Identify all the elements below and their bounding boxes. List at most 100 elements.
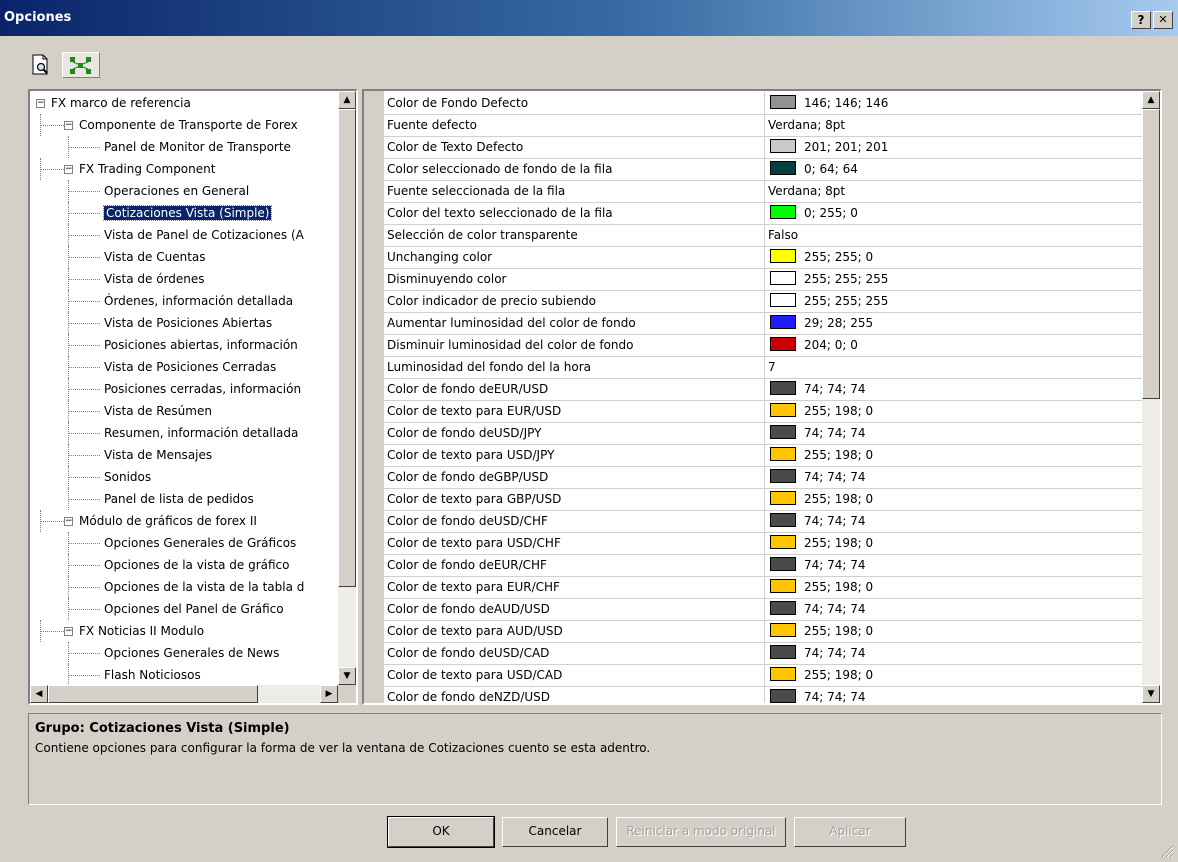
property-row[interactable]: Color seleccionado de fondo de la fila 0;…	[384, 158, 1142, 181]
expander-icon[interactable]: −	[64, 121, 73, 130]
options-tree[interactable]: − FX marco de referencia − Componente de Tr…	[28, 89, 358, 705]
tree-item[interactable]: Vista de Mensajes	[104, 444, 212, 466]
property-row[interactable]: Color de Texto Defecto 201; 201; 201	[384, 136, 1142, 159]
expander-icon[interactable]: −	[64, 165, 73, 174]
property-value-cell[interactable]: 255; 198; 0	[764, 576, 1142, 598]
property-value-cell[interactable]: 201; 201; 201	[764, 136, 1142, 158]
tree-item[interactable]: FX marco de referencia	[51, 92, 191, 114]
tree-item[interactable]: Panel de lista de pedidos	[104, 488, 254, 510]
tree-item[interactable]: Vista de Cuentas	[104, 246, 206, 268]
property-value-cell[interactable]: 0; 255; 0	[764, 202, 1142, 224]
property-row[interactable]: Color de texto para EUR/USD 255; 198; 0	[384, 400, 1142, 423]
property-row[interactable]: Color de fondo deGBP/USD 74; 74; 74	[384, 466, 1142, 489]
tree-vertical-scrollbar[interactable]: ▲ ▼	[338, 91, 356, 685]
tree-item[interactable]: Posiciones abiertas, información	[104, 334, 298, 356]
scroll-down-icon[interactable]: ▼	[1142, 685, 1160, 703]
page-magnifier-icon[interactable]	[30, 52, 52, 78]
grid-vertical-scrollbar[interactable]: ▲ ▼	[1142, 91, 1160, 703]
tree-item[interactable]: Opciones Generales de News	[104, 642, 279, 664]
property-value-cell[interactable]: 146; 146; 146	[764, 92, 1142, 114]
tree-item[interactable]: Órdenes, información detallada	[104, 290, 293, 312]
property-value-cell[interactable]: 74; 74; 74	[764, 642, 1142, 664]
property-value-cell[interactable]: 255; 198; 0	[764, 444, 1142, 466]
property-value-cell[interactable]: 255; 198; 0	[764, 664, 1142, 686]
expander-icon[interactable]: −	[64, 517, 73, 526]
help-button[interactable]: ?	[1131, 11, 1151, 29]
reset-button[interactable]: Reiniciar a modo original	[616, 817, 786, 847]
property-row[interactable]: Color de fondo deAUD/USD 74; 74; 74	[384, 598, 1142, 621]
scroll-up-icon[interactable]: ▲	[1142, 91, 1160, 109]
property-value-cell[interactable]: 74; 74; 74	[764, 378, 1142, 400]
ok-button[interactable]: OK	[387, 816, 495, 848]
property-value-cell[interactable]: 74; 74; 74	[764, 554, 1142, 576]
property-row[interactable]: Disminuyendo color 255; 255; 255	[384, 268, 1142, 291]
resize-grip-icon[interactable]	[1160, 844, 1174, 858]
expander-icon[interactable]: −	[36, 99, 45, 108]
property-value-cell[interactable]: 74; 74; 74	[764, 422, 1142, 444]
property-value-cell[interactable]: 255; 255; 255	[764, 268, 1142, 290]
tree-item[interactable]: Vista de Posiciones Cerradas	[104, 356, 276, 378]
property-value-cell[interactable]: 255; 198; 0	[764, 488, 1142, 510]
property-row[interactable]: Color de fondo deEUR/USD 74; 74; 74	[384, 378, 1142, 401]
property-row[interactable]: Color de fondo deUSD/JPY 74; 74; 74	[384, 422, 1142, 445]
property-value-cell[interactable]: Verdana; 8pt	[764, 180, 1142, 202]
scroll-thumb[interactable]	[1142, 109, 1160, 399]
property-row[interactable]: Disminuir luminosidad del color de fondo…	[384, 334, 1142, 357]
property-row[interactable]: Color de fondo deUSD/CAD 74; 74; 74	[384, 642, 1142, 665]
tree-item[interactable]: Operaciones en General	[104, 180, 249, 202]
property-row[interactable]: Luminosidad del fondo del la hora 7	[384, 356, 1142, 379]
apply-button[interactable]: Aplicar	[794, 817, 906, 847]
tree-item[interactable]: Cotizaciones Vista (Simple)	[102, 202, 273, 224]
tree-horizontal-scrollbar[interactable]: ◀ ▶	[30, 685, 338, 703]
property-row[interactable]: Fuente seleccionada de la fila Verdana; 8…	[384, 180, 1142, 203]
property-value-cell[interactable]: 255; 198; 0	[764, 532, 1142, 554]
scroll-down-icon[interactable]: ▼	[338, 667, 356, 685]
tree-item[interactable]: Vista de Posiciones Abiertas	[104, 312, 272, 334]
tree-item[interactable]: FX Trading Component	[79, 158, 215, 180]
tree-item[interactable]: Opciones Generales de Gráficos	[104, 532, 296, 554]
property-value-cell[interactable]: 255; 255; 255	[764, 290, 1142, 312]
scroll-up-icon[interactable]: ▲	[338, 91, 356, 109]
property-value-cell[interactable]: 255; 198; 0	[764, 400, 1142, 422]
tree-structure-icon[interactable]	[62, 52, 100, 78]
tree-item[interactable]: Sonidos	[104, 466, 151, 488]
cancel-button[interactable]: Cancelar	[502, 817, 608, 847]
property-value-cell[interactable]: 0; 64; 64	[764, 158, 1142, 180]
expander-icon[interactable]: −	[64, 627, 73, 636]
tree-item[interactable]: Componente de Transporte de Forex	[79, 114, 298, 136]
scroll-left-icon[interactable]: ◀	[30, 685, 48, 703]
tree-item[interactable]: Opciones de la vista de la tabla d	[104, 576, 304, 598]
property-value-cell[interactable]: 29; 28; 255	[764, 312, 1142, 334]
tree-item[interactable]: Panel de Monitor de Transporte	[104, 136, 291, 158]
property-row[interactable]: Color de texto para EUR/CHF 255; 198; 0	[384, 576, 1142, 599]
property-row[interactable]: Color de texto para GBP/USD 255; 198; 0	[384, 488, 1142, 511]
property-value-cell[interactable]: 74; 74; 74	[764, 598, 1142, 620]
property-value-cell[interactable]: 74; 74; 74	[764, 466, 1142, 488]
property-row[interactable]: Unchanging color 255; 255; 0	[384, 246, 1142, 269]
tree-item[interactable]: Flash Noticiosos	[104, 664, 201, 685]
property-value-cell[interactable]: 74; 74; 74	[764, 686, 1142, 703]
scroll-thumb[interactable]	[338, 109, 356, 587]
tree-item[interactable]: Resumen, información detallada	[104, 422, 298, 444]
property-row[interactable]: Color del texto seleccionado de la fila 0…	[384, 202, 1142, 225]
tree-item[interactable]: Módulo de gráficos de forex II	[79, 510, 257, 532]
property-grid[interactable]: Color de Fondo Defecto 146; 146; 146 Fuent…	[362, 89, 1162, 705]
tree-item[interactable]: Vista de órdenes	[104, 268, 205, 290]
property-value-cell[interactable]: 74; 74; 74	[764, 510, 1142, 532]
property-value-cell[interactable]: 204; 0; 0	[764, 334, 1142, 356]
property-row[interactable]: Color de texto para USD/JPY 255; 198; 0	[384, 444, 1142, 467]
property-row[interactable]: Color indicador de precio subiendo 255; 2…	[384, 290, 1142, 313]
property-row[interactable]: Fuente defecto Verdana; 8pt	[384, 114, 1142, 137]
scroll-thumb-h[interactable]	[48, 685, 258, 703]
property-value-cell[interactable]: Falso	[764, 224, 1142, 246]
tree-item[interactable]: FX Noticias II Modulo	[79, 620, 204, 642]
property-row[interactable]: Aumentar luminosidad del color de fondo 2…	[384, 312, 1142, 335]
property-row[interactable]: Color de texto para USD/CAD 255; 198; 0	[384, 664, 1142, 687]
property-row[interactable]: Color de texto para AUD/USD 255; 198; 0	[384, 620, 1142, 643]
scroll-right-icon[interactable]: ▶	[320, 685, 338, 703]
property-value-cell[interactable]: 255; 255; 0	[764, 246, 1142, 268]
tree-item[interactable]: Opciones del Panel de Gráfico	[104, 598, 284, 620]
tree-item[interactable]: Posiciones cerradas, información	[104, 378, 301, 400]
property-row[interactable]: Color de fondo deEUR/CHF 74; 74; 74	[384, 554, 1142, 577]
tree-item[interactable]: Vista de Resúmen	[104, 400, 212, 422]
